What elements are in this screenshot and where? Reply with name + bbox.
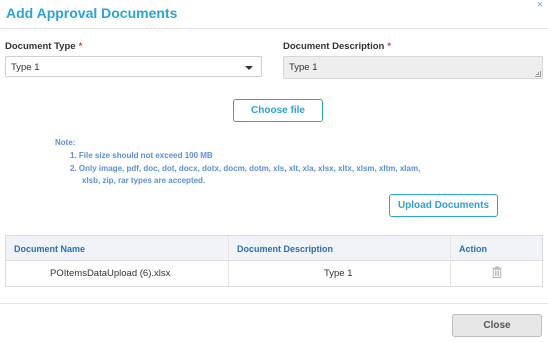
table-header: Document Name Document Description Actio… [6,236,542,261]
close-icon[interactable]: × [537,0,543,11]
document-description-value: Type 1 [289,62,318,73]
chevron-down-icon [245,66,253,70]
footer-divider [0,303,548,304]
document-name-cell: POItemsDataUpload (6).xlsx [50,268,171,279]
note-item: 2. Only image, pdf, doc, dot, docx, dotx… [70,164,421,173]
table-row: POItemsDataUpload (6).xlsx Type 1 [6,262,542,286]
column-header-action: Action [459,244,487,254]
document-description-field[interactable]: Type 1 [283,56,543,79]
add-approval-documents-dialog: Add Approval Documents × Document Type * … [0,0,548,343]
document-description-label: Document Description * [283,41,392,52]
column-header-document-description: Document Description [237,244,334,254]
document-type-select[interactable]: Type 1 [5,56,262,77]
note-item: 1. File size should not exceed 100 MB [70,151,213,160]
document-description-cell: Type 1 [324,268,353,279]
dialog-title: Add Approval Documents [6,5,178,21]
dialog-header: Add Approval Documents × [0,0,548,29]
resize-grip-icon[interactable] [535,71,541,77]
documents-table: Document Name Document Description Actio… [5,235,543,287]
trash-icon[interactable] [492,266,502,278]
note-item: xlsb, zip, rar types are accepted. [82,176,206,185]
upload-documents-button[interactable]: Upload Documents [389,194,498,217]
document-type-label: Document Type * [5,41,83,52]
required-marker: * [387,41,392,52]
close-button[interactable]: Close [452,314,542,337]
column-header-document-name: Document Name [14,244,86,254]
choose-file-button[interactable]: Choose file [233,99,323,122]
document-type-value: Type 1 [11,62,40,73]
note-title: Note: [55,138,76,147]
required-marker: * [78,41,83,52]
